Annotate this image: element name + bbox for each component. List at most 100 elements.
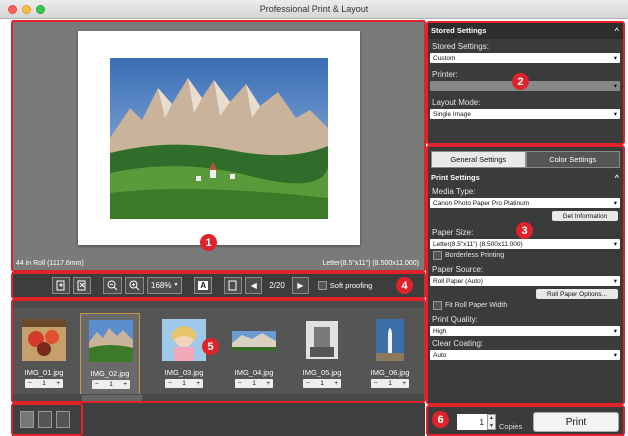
paper-size-label: Letter(8.5"x11") (8.500x11.000) [322, 260, 419, 267]
minus-icon[interactable]: − [168, 380, 172, 387]
strip-scrollbar[interactable] [12, 394, 425, 402]
chevron-down-icon: ▾ [613, 200, 617, 207]
previous-page-button[interactable]: ◀ [245, 276, 263, 294]
callout-badge-2: 2 [512, 73, 529, 90]
chevron-down-icon: ▾ [613, 328, 617, 335]
add-page-button[interactable] [52, 276, 70, 294]
zoom-in-button[interactable] [125, 276, 144, 294]
paper-size-value: Letter(8.5"x11") (8.500x11.000) [433, 240, 523, 248]
minus-icon[interactable]: − [95, 381, 99, 388]
thumbnail-item[interactable]: IMG_05.jpg − 1 + [292, 313, 352, 398]
fit-roll-paper-width-option[interactable]: Fit Roll Paper Width [427, 299, 624, 312]
callout-badge-6: 6 [432, 411, 449, 428]
tab-color-settings[interactable]: Color Settings [525, 151, 620, 168]
title-bar: Professional Print & Layout [0, 0, 628, 19]
copies-stepper[interactable]: − 1 + [371, 379, 409, 388]
paper-size-select[interactable]: Letter(8.5"x11") (8.500x11.000) ▾ [430, 239, 620, 249]
print-bar: 1 ▲ ▼ Copies Print [427, 407, 624, 436]
chevron-down-icon: ▾ [613, 83, 617, 90]
minus-icon[interactable]: − [374, 380, 378, 387]
media-type-value: Canon Photo Paper Pro Platinum [433, 199, 530, 207]
zoom-out-button[interactable] [103, 276, 122, 294]
plus-icon[interactable]: + [334, 380, 338, 387]
borderless-printing-option[interactable]: Borderless Printing [427, 249, 624, 262]
thumbnail-filename: IMG_03.jpg [164, 368, 204, 377]
single-view-button[interactable] [20, 411, 34, 428]
print-settings-header[interactable]: Print Settings ^ [427, 170, 624, 184]
soft-proofing-toggle[interactable]: Soft proofing [317, 280, 372, 290]
arrow-left-icon: ◀ [250, 280, 257, 290]
thumbnail-item[interactable]: IMG_06.jpg − 1 + [360, 313, 420, 398]
thumbnail-strip[interactable]: IMG_01.jpg − 1 + IMG_02.jpg − 1 + IMG_03.jpg… [12, 299, 425, 402]
plus-icon[interactable]: + [196, 380, 200, 387]
text-tool-button[interactable]: A [194, 276, 213, 294]
plus-icon[interactable]: + [56, 380, 60, 387]
copies-stepper[interactable]: − 1 + [303, 379, 341, 388]
get-information-button[interactable]: Get Information [552, 211, 618, 221]
thumbnail-item[interactable]: IMG_04.jpg − 1 + [224, 313, 284, 398]
callout-badge-1: 1 [200, 234, 217, 251]
paper-source-select[interactable]: Roll Paper (Auto) ▾ [430, 276, 620, 286]
thumbnail-item-selected[interactable]: IMG_02.jpg − 1 + [80, 313, 140, 398]
minus-icon[interactable]: − [238, 380, 242, 387]
copies-stepper[interactable]: − 1 + [92, 380, 130, 389]
thumbnail-item[interactable]: IMG_03.jpg − 1 + [154, 313, 214, 398]
copies-stepper[interactable]: − 1 + [235, 379, 273, 388]
page-setup-button[interactable] [224, 276, 243, 294]
stored-settings-header[interactable]: Stored Settings ^ [427, 22, 624, 39]
soft-proofing-checkbox[interactable] [317, 280, 327, 290]
plus-icon[interactable]: + [123, 381, 127, 388]
thumbnail-image [22, 319, 66, 361]
thumbnail-item[interactable]: IMG_01.jpg − 1 + [14, 313, 74, 398]
print-quality-select[interactable]: High ▾ [430, 326, 620, 336]
next-page-button[interactable]: ▶ [291, 276, 309, 294]
print-preview-area[interactable]: 44 in Roll (1117.6mm) Letter(8.5"x11") (… [12, 20, 425, 271]
chevron-down-icon: ▾ [613, 278, 617, 285]
callout-badge-4: 4 [396, 277, 413, 294]
tab-general-settings[interactable]: General Settings [431, 151, 526, 168]
arrow-down-icon[interactable]: ▼ [489, 423, 494, 429]
chevron-up-icon[interactable]: ^ [615, 173, 619, 182]
remove-page-button[interactable] [73, 276, 91, 294]
split-view-button[interactable] [56, 411, 70, 428]
roll-label: 44 in Roll (1117.6mm) [16, 260, 84, 267]
arrow-right-icon: ▶ [297, 280, 304, 290]
thumbnail-image [376, 319, 404, 361]
strip-view-button[interactable] [38, 411, 52, 428]
copies-stepper[interactable]: − 1 + [25, 379, 63, 388]
stored-settings-label: Stored Settings: [432, 41, 489, 51]
preview-toolbar: 168% ▼ A ◀ 2/20 ▶ Soft proofing [12, 272, 425, 298]
copies-count: 1 [42, 380, 46, 387]
clear-coating-value: Auto [433, 351, 447, 359]
preview-photo[interactable] [110, 58, 328, 219]
chevron-up-icon[interactable]: ^ [615, 26, 619, 35]
paper-sheet [78, 31, 360, 245]
print-button[interactable]: Print [533, 412, 619, 432]
chevron-down-icon: ▾ [613, 241, 617, 248]
stored-settings-select[interactable]: Custom ▾ [430, 53, 620, 63]
copies-input[interactable]: 1 [457, 414, 487, 430]
plus-icon[interactable]: + [402, 380, 406, 387]
print-settings-title: Print Settings [431, 172, 480, 182]
remove-page-icon [77, 280, 86, 290]
fit-roll-paper-width-checkbox[interactable] [433, 301, 442, 310]
arrow-up-icon[interactable]: ▲ [489, 415, 494, 421]
text-icon: A [198, 280, 209, 290]
layout-mode-select[interactable]: Single Image ▾ [430, 109, 620, 119]
minus-icon[interactable]: − [28, 380, 32, 387]
copies-stepper[interactable]: − 1 + [165, 379, 203, 388]
media-type-select[interactable]: Canon Photo Paper Pro Platinum ▾ [430, 198, 620, 208]
zoom-level-dropdown[interactable]: 168% ▼ [147, 276, 183, 294]
strip-scroll-thumb[interactable] [82, 395, 142, 401]
minus-icon[interactable]: − [306, 380, 310, 387]
roll-paper-options-button[interactable]: Roll Paper Options... [536, 289, 618, 299]
borderless-printing-checkbox[interactable] [433, 251, 442, 260]
print-quality-value: High [433, 327, 447, 335]
plus-icon[interactable]: + [266, 380, 270, 387]
borderless-printing-label: Borderless Printing [445, 252, 505, 259]
stored-settings-title: Stored Settings [431, 26, 487, 35]
fit-roll-paper-width-label: Fit Roll Paper Width [445, 302, 508, 309]
copies-stepper[interactable]: ▲ ▼ [487, 414, 496, 430]
clear-coating-select[interactable]: Auto ▾ [430, 350, 620, 360]
chevron-down-icon: ▾ [613, 55, 617, 62]
